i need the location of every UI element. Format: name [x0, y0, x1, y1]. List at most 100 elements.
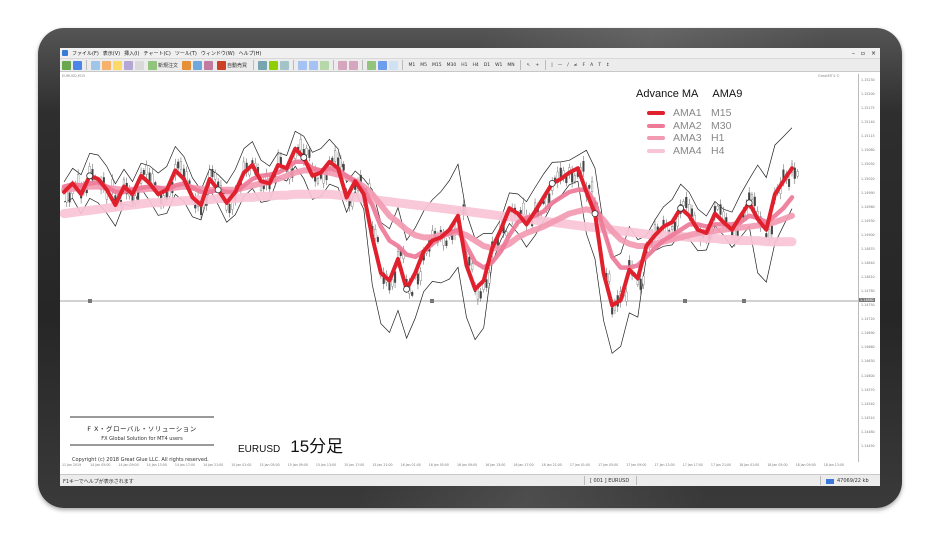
candle-body — [151, 173, 154, 184]
fibonacci-icon[interactable]: F — [581, 63, 587, 68]
auto-trading-icon — [217, 60, 227, 70]
legend-item-tf: H1 — [711, 132, 725, 145]
candle-chart-icon[interactable] — [269, 60, 279, 70]
tf-h4-button[interactable]: H4 — [471, 63, 480, 68]
candle-body — [485, 279, 488, 288]
label-icon[interactable]: T — [597, 63, 603, 68]
arrows-icon[interactable]: ↕ — [604, 63, 611, 68]
candle-body — [685, 196, 688, 208]
menu-view[interactable]: 表示(V) — [103, 50, 120, 57]
chart-shift-icon[interactable] — [349, 60, 359, 70]
tf-w1-button[interactable]: W1 — [494, 63, 504, 68]
auto-trading-label: 自動売買 — [227, 62, 248, 69]
tf-m1-button[interactable]: M1 — [407, 63, 417, 68]
tf-m5-button[interactable]: M5 — [419, 63, 429, 68]
auto-trading-button[interactable]: 自動売買 — [215, 60, 249, 71]
legend-item-tf: M15 — [711, 107, 732, 120]
menu-tools[interactable]: ツール(T) — [175, 50, 197, 57]
candle-body — [770, 225, 773, 235]
status-divider — [584, 476, 585, 485]
candle-body — [142, 170, 145, 175]
time-tick-label: 15 Jan 05:00 — [259, 463, 280, 467]
crosshair-icon[interactable]: + — [534, 63, 541, 68]
menu-file[interactable]: ファイル(F) — [72, 50, 99, 57]
zoom-out-icon[interactable] — [309, 60, 319, 70]
horizontal-line-icon[interactable]: — — [556, 63, 564, 68]
candle-body — [468, 256, 471, 266]
tf-m15-button[interactable]: M15 — [431, 63, 444, 68]
time-tick-label: 14 Jan 09:00 — [118, 463, 139, 467]
tf-m30-button[interactable]: M30 — [445, 63, 458, 68]
tile-windows-icon[interactable] — [320, 60, 330, 70]
trendline-icon[interactable]: / — [566, 63, 571, 68]
restore-icon[interactable]: ▫ — [861, 50, 865, 57]
vertical-line-icon[interactable]: | — [550, 63, 555, 68]
candle-body — [177, 161, 180, 169]
new-order-button[interactable]: 新規注文 — [146, 60, 180, 71]
candle-body — [65, 191, 68, 203]
candle-body — [374, 228, 377, 239]
price-line-marker — [88, 299, 92, 303]
tf-d1-button[interactable]: D1 — [482, 63, 491, 68]
candle-body — [376, 237, 379, 242]
templates-icon[interactable] — [389, 60, 399, 70]
copyright: Copyright (c) 2018 Great Glue LLC. All r… — [72, 457, 209, 463]
terminal-icon[interactable] — [124, 60, 133, 70]
legend-item-name: AMA3 — [673, 132, 702, 145]
signals-icon[interactable] — [193, 60, 203, 70]
candle-body — [671, 226, 674, 230]
candle-body — [388, 282, 391, 291]
time-tick-label: 15 Jan 13:00 — [315, 463, 337, 467]
periods-icon[interactable] — [378, 60, 388, 70]
close-icon[interactable]: × — [871, 50, 876, 57]
bar-chart-icon[interactable] — [258, 60, 268, 70]
zoom-in-icon[interactable] — [298, 60, 308, 70]
market-icon[interactable] — [204, 60, 214, 70]
menu-window[interactable]: ウィンドウ(W) — [201, 50, 235, 57]
candle-body — [787, 178, 791, 187]
candle-body — [319, 174, 322, 179]
time-tick-label: 15 Jan 17:00 — [344, 463, 365, 467]
cursor-icon[interactable]: ↖ — [525, 63, 532, 68]
time-tick-label: 17 Jan 13:00 — [654, 463, 675, 467]
signal-marker — [745, 199, 753, 207]
time-tick-label: 14 Jan 13:00 — [146, 463, 167, 467]
time-tick-label: 14 Jan 17:00 — [174, 463, 196, 467]
price-tick-label: 1.14990 — [861, 190, 875, 195]
tester-icon[interactable] — [135, 60, 144, 70]
legend-item: AMA4 H4 — [647, 145, 742, 158]
line-chart-icon[interactable] — [280, 60, 290, 70]
menu-help[interactable]: ヘルプ(H) — [239, 50, 262, 57]
signal-marker — [548, 179, 556, 187]
profiles-icon[interactable] — [73, 60, 82, 70]
time-tick-label: 16 Jan 05:00 — [428, 463, 449, 467]
price-tick-label: 1.14900 — [861, 232, 875, 237]
menu-chart[interactable]: チャート(C) — [144, 50, 171, 57]
tf-mn-button[interactable]: MN — [506, 63, 516, 68]
channel-icon[interactable]: ≠ — [572, 63, 579, 68]
candle-body — [608, 273, 611, 282]
meta-editor-icon[interactable] — [182, 60, 192, 70]
new-chart-icon[interactable] — [62, 60, 71, 70]
minimize-icon[interactable]: – — [852, 50, 855, 57]
legend-item-name: AMA1 — [673, 107, 702, 120]
legend-item-name: AMA4 — [673, 144, 702, 157]
mt4-window: ファイル(F) 表示(V) 挿入(I) チャート(C) ツール(T) ウィンドウ… — [60, 48, 880, 486]
price-tick-label: 1.14780 — [861, 289, 875, 294]
navigator-icon[interactable] — [113, 60, 122, 70]
price-line-marker — [683, 299, 687, 303]
text-icon[interactable]: A — [589, 63, 595, 68]
status-traffic: 47069/22 kb — [837, 478, 869, 484]
toolbar-separator — [86, 60, 87, 70]
candle-body — [305, 147, 308, 155]
menu-insert[interactable]: 挿入(I) — [124, 50, 139, 57]
indicators-icon[interactable] — [367, 60, 377, 70]
time-tick-label: 15 Jan 09:00 — [287, 463, 308, 467]
market-watch-icon[interactable] — [91, 60, 100, 70]
tf-h1-button[interactable]: H1 — [460, 63, 469, 68]
data-window-icon[interactable] — [102, 60, 111, 70]
candle-body — [588, 185, 591, 189]
auto-scroll-icon[interactable] — [338, 60, 348, 70]
price-tick-label: 1.15020 — [861, 176, 875, 181]
candle-body — [750, 194, 754, 200]
